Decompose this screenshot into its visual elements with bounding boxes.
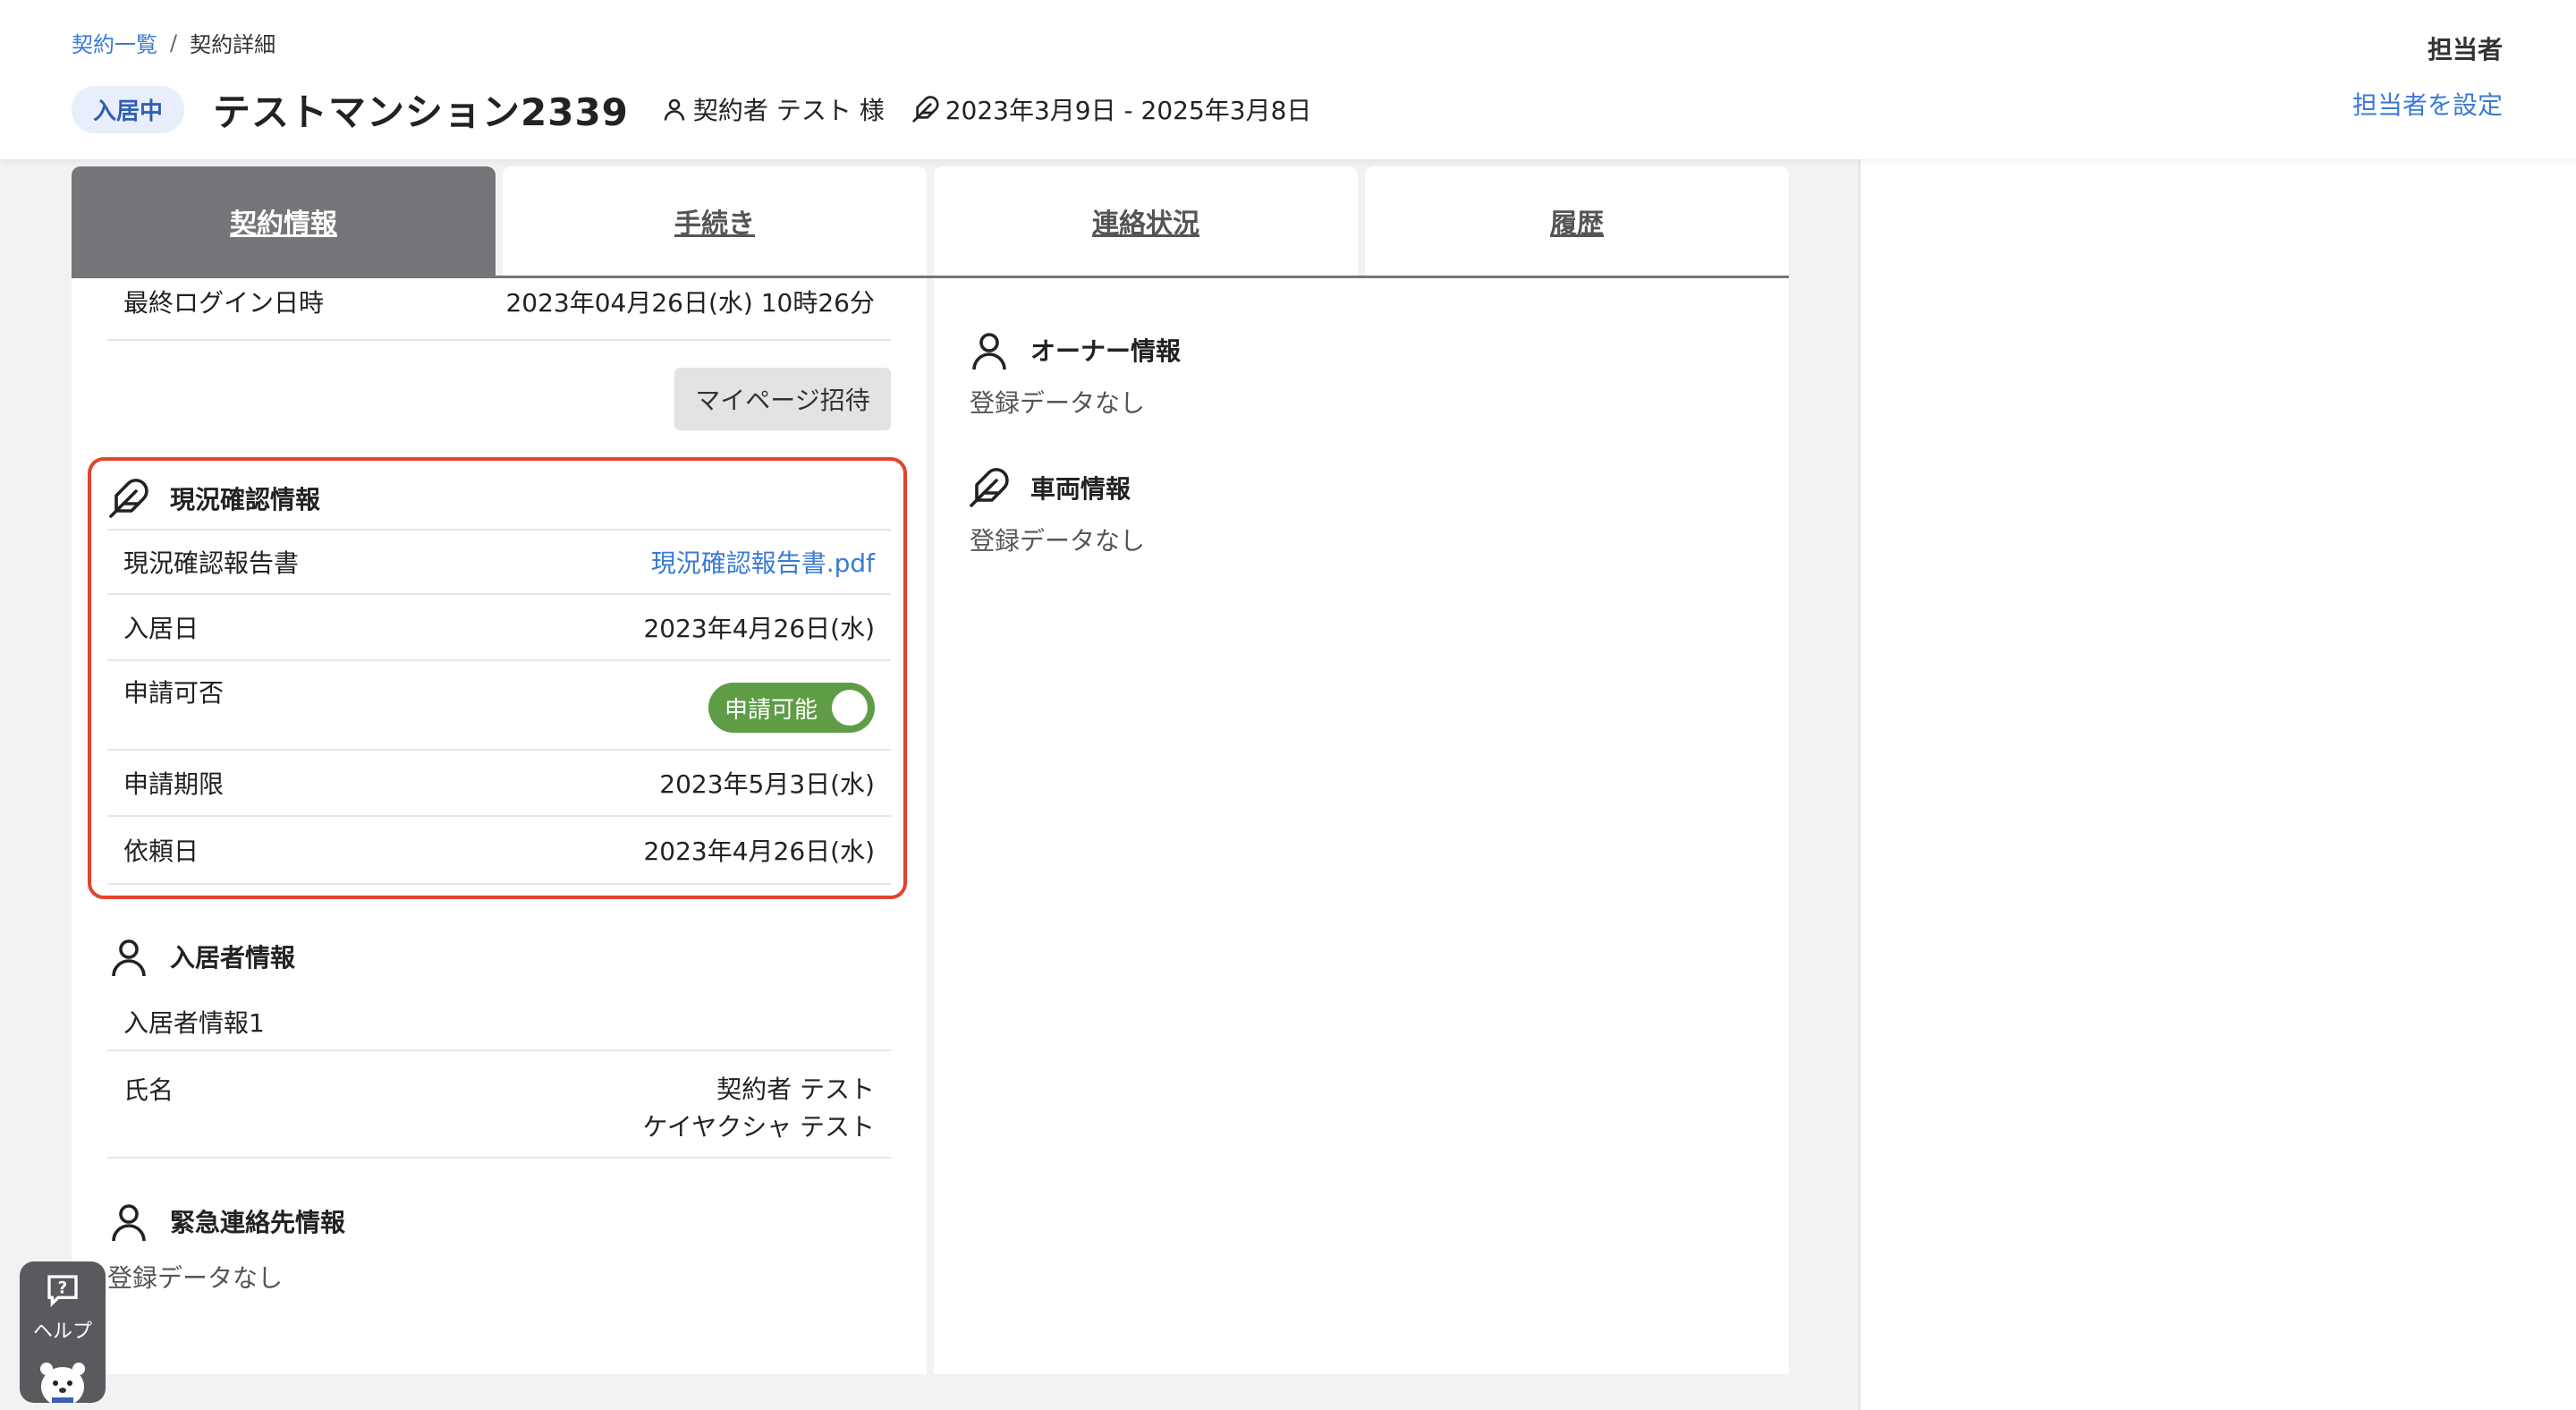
person-icon [112, 939, 146, 977]
move-in-label: 入居日 [123, 614, 199, 643]
help-icon: ? [47, 1275, 78, 1308]
help-label: ヘルプ [32, 1321, 92, 1343]
application-label: 申請可否 [123, 678, 225, 708]
owner-section-header: オーナー情報 [968, 323, 1181, 377]
contractor-name: 契約者 テスト 様 [692, 96, 885, 125]
tab-procedures[interactable]: 手続き [503, 166, 927, 276]
mascot-icon [40, 1363, 85, 1403]
breadcrumb-current: 契約詳細 [190, 32, 276, 57]
deadline-value: 2023年5月3日(水) [659, 769, 875, 799]
breadcrumb-separator: / [170, 30, 178, 55]
contract-period: 2023年3月9日 - 2025年3月8日 [911, 91, 1312, 127]
owner-title: オーナー情報 [1030, 336, 1182, 366]
feather-icon [109, 479, 148, 518]
set-assignee-link[interactable]: 担当者を設定 [2352, 86, 2503, 122]
resident-subtitle: 入居者情報1 [123, 1008, 265, 1038]
last-login-value: 2023年04月26日(水) 10時26分 [505, 288, 875, 318]
vehicle-section-header: 車両情報 [968, 461, 1131, 514]
resident-name-row: 氏名 契約者 テスト ケイヤクシャ テスト [107, 1051, 891, 1159]
contract-info-panel: 最終ログイン日時 2023年04月26日(水) 10時26分 マイページ招待 現… [72, 278, 927, 1374]
emergency-empty: 登録データなし [107, 1263, 284, 1293]
status-badge: 入居中 [72, 85, 185, 133]
resident-subtitle-row: 入居者情報1 [107, 994, 891, 1051]
vehicle-title: 車両情報 [1030, 474, 1131, 504]
owner-vehicle-panel: オーナー情報 登録データなし 車両情報 登録データなし [934, 278, 1789, 1374]
emergency-title: 緊急連絡先情報 [170, 1208, 346, 1237]
resident-name-label: 氏名 [123, 1075, 174, 1105]
contract-period-text: 2023年3月9日 - 2025年3月8日 [945, 96, 1312, 125]
toggle-label: 申請可能 [724, 696, 818, 724]
request-date-value: 2023年4月26日(水) [643, 837, 875, 866]
application-toggle[interactable]: 申請可能 [708, 683, 875, 733]
contractor-info: 契約者 テスト 様 [661, 91, 885, 127]
resident-name-value: 契約者 テスト ケイヤクシャ テスト [642, 1051, 891, 1157]
person-icon [972, 333, 1006, 370]
report-pdf-link[interactable]: 現況確認報告書.pdf [651, 544, 891, 580]
deadline-row: 申請期限 2023年5月3日(水) [107, 751, 891, 817]
emergency-section-header: 緊急連絡先情報 [107, 1194, 345, 1248]
page-header: 契約一覧 / 契約詳細 入居中 テストマンション2339 契約者 テスト 様 2… [0, 0, 2576, 159]
request-date-label: 依頼日 [123, 837, 199, 866]
inspection-title: 現況確認情報 [170, 485, 321, 514]
help-widget[interactable]: ? ヘルプ [20, 1261, 106, 1403]
owner-empty: 登録データなし [970, 388, 1146, 418]
vehicle-empty: 登録データなし [970, 526, 1146, 556]
side-panel [1859, 159, 2576, 1410]
page-title: テストマンション2339 [213, 89, 629, 134]
person-icon [112, 1204, 146, 1242]
resident-name-kana: ケイヤクシャ テスト [642, 1112, 875, 1142]
breadcrumb-contract-list[interactable]: 契約一覧 [72, 27, 157, 58]
svg-text:?: ? [58, 1278, 68, 1297]
mypage-invite-button[interactable]: マイページ招待 [674, 368, 891, 430]
request-date-row: 依頼日 2023年4月26日(水) [107, 817, 891, 885]
inspection-section-header: 現況確認情報 [107, 471, 320, 525]
breadcrumb: 契約一覧 / 契約詳細 [72, 27, 275, 58]
move-in-value: 2023年4月26日(水) [643, 614, 875, 643]
tab-history[interactable]: 履歴 [1365, 166, 1789, 276]
resident-name: 契約者 テスト [716, 1074, 875, 1104]
report-row: 現況確認報告書 現況確認報告書.pdf [107, 531, 891, 595]
last-login-label: 最終ログイン日時 [123, 288, 325, 318]
feather-icon [912, 96, 939, 123]
tab-contract-info[interactable]: 契約情報 [72, 166, 496, 276]
toggle-knob [832, 690, 868, 726]
report-label: 現況確認報告書 [123, 548, 300, 578]
title-row: 入居中 テストマンション2339 契約者 テスト 様 2023年3月9日 - 2… [72, 84, 1338, 134]
deadline-label: 申請期限 [123, 769, 225, 799]
residents-title: 入居者情報 [170, 943, 296, 973]
feather-icon [970, 468, 1009, 507]
tab-bar: 契約情報 手続き 連絡状況 履歴 [72, 166, 1789, 277]
tab-contact-status[interactable]: 連絡状況 [934, 166, 1358, 276]
last-login-row: 最終ログイン日時 2023年04月26日(水) 10時26分 [107, 284, 891, 341]
residents-section-header: 入居者情報 [107, 930, 295, 983]
move-in-row: 入居日 2023年4月26日(水) [107, 595, 891, 661]
assignee-label: 担当者 [2427, 35, 2503, 64]
person-icon [664, 98, 685, 121]
